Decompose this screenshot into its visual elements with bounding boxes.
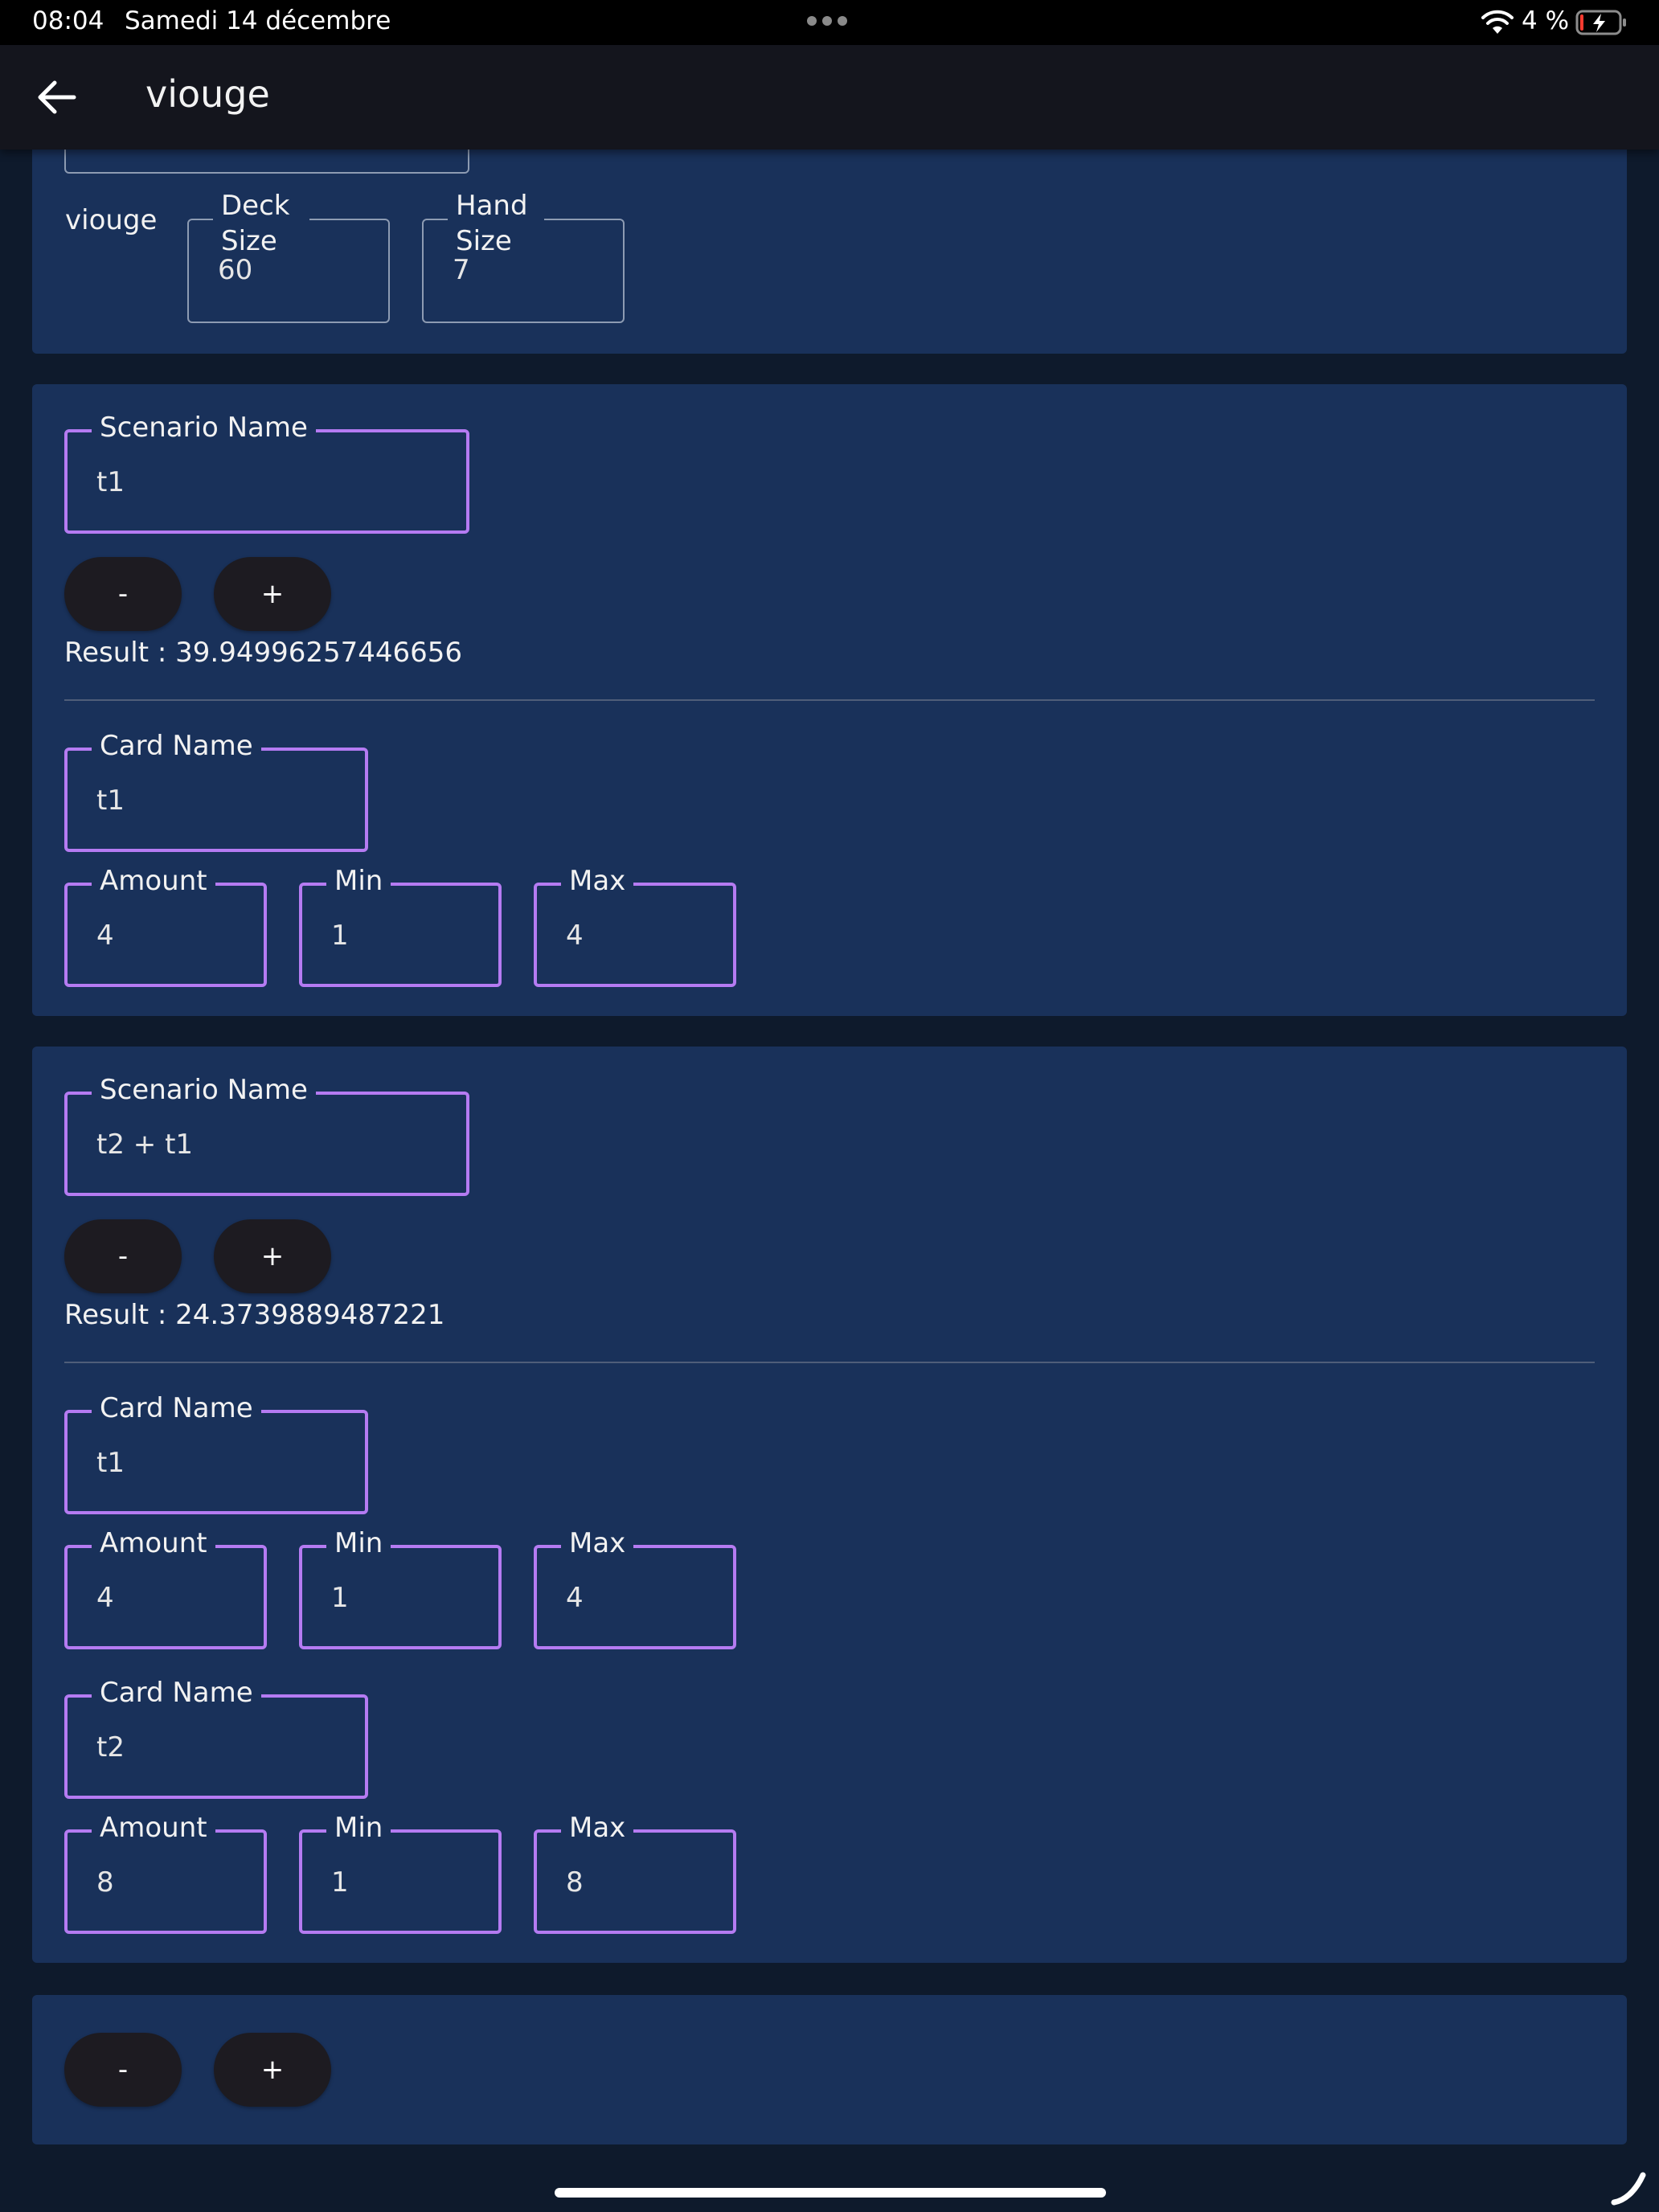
min-value: 1 bbox=[331, 1866, 349, 1899]
card-name-label: Card Name bbox=[92, 1675, 261, 1710]
multitasking-dots-icon[interactable] bbox=[807, 16, 847, 26]
scenario-result: Result : 24.3739889487221 bbox=[64, 1299, 445, 1331]
min-value: 1 bbox=[331, 1582, 349, 1614]
battery-charging-icon bbox=[1575, 10, 1626, 35]
add-card-button[interactable]: + bbox=[214, 1219, 331, 1293]
scenario-name-value: t1 bbox=[96, 466, 125, 498]
scenario-card: Scenario Name t1 - + Result : 39.9499625… bbox=[32, 384, 1627, 1016]
min-label: Min bbox=[326, 1810, 391, 1845]
amount-label: Amount bbox=[92, 1810, 215, 1845]
amount-field[interactable]: Amount 8 bbox=[64, 1810, 267, 1934]
status-bar: 08:04 Samedi 14 décembre 4 % bbox=[0, 0, 1659, 45]
scenario-controls-card: - + bbox=[32, 1995, 1627, 2144]
card-name-field[interactable]: Card Name t1 bbox=[64, 1391, 368, 1514]
remove-scenario-button[interactable]: - bbox=[64, 2033, 182, 2107]
max-field[interactable]: Max 8 bbox=[534, 1810, 736, 1934]
max-field[interactable]: Max 4 bbox=[534, 863, 736, 987]
amount-field[interactable]: Amount 4 bbox=[64, 863, 267, 987]
add-scenario-button[interactable]: + bbox=[214, 2033, 331, 2107]
amount-field[interactable]: Amount 4 bbox=[64, 1526, 267, 1649]
home-indicator[interactable] bbox=[555, 2188, 1106, 2198]
max-label: Max bbox=[561, 1810, 634, 1845]
min-value: 1 bbox=[331, 920, 349, 952]
deck-size-label: Deck Size bbox=[213, 188, 309, 259]
hand-size-value: 7 bbox=[453, 254, 470, 286]
status-date: Samedi 14 décembre bbox=[125, 6, 391, 35]
scenario-name-label: Scenario Name bbox=[92, 410, 316, 445]
max-field[interactable]: Max 4 bbox=[534, 1526, 736, 1649]
scenario-result: Result : 39.94996257446656 bbox=[64, 637, 463, 669]
min-label: Min bbox=[326, 1526, 391, 1561]
remove-card-button[interactable]: - bbox=[64, 557, 182, 631]
battery-percent: 4 % bbox=[1522, 6, 1570, 35]
scenario-name-field[interactable]: Scenario Name t2 + t1 bbox=[64, 1072, 469, 1196]
min-field[interactable]: Min 1 bbox=[299, 863, 502, 987]
deck-name-label: viouge bbox=[65, 204, 158, 236]
card-name-field[interactable]: Card Name t2 bbox=[64, 1675, 368, 1799]
card-name-label: Card Name bbox=[92, 1391, 261, 1426]
min-field[interactable]: Min 1 bbox=[299, 1526, 502, 1649]
amount-value: 8 bbox=[96, 1866, 114, 1899]
max-value: 4 bbox=[566, 920, 584, 952]
wifi-icon bbox=[1481, 10, 1514, 34]
amount-value: 4 bbox=[96, 920, 114, 952]
pencil-stroke-icon bbox=[1611, 2172, 1646, 2206]
card-name-value: t2 bbox=[96, 1731, 125, 1763]
amount-label: Amount bbox=[92, 863, 215, 899]
add-card-button[interactable]: + bbox=[214, 557, 331, 631]
max-value: 4 bbox=[566, 1582, 584, 1614]
deck-settings-card: viouge Deck Size 60 Hand Size 7 bbox=[32, 96, 1627, 354]
max-label: Max bbox=[561, 1526, 634, 1561]
max-value: 8 bbox=[566, 1866, 584, 1899]
hand-size-label: Hand Size bbox=[448, 188, 544, 259]
amount-label: Amount bbox=[92, 1526, 215, 1561]
max-label: Max bbox=[561, 863, 634, 899]
page-title: viouge bbox=[145, 72, 270, 116]
scenario-name-field[interactable]: Scenario Name t1 bbox=[64, 410, 469, 534]
amount-value: 4 bbox=[96, 1582, 114, 1614]
scenario-name-value: t2 + t1 bbox=[96, 1129, 194, 1161]
deck-size-value: 60 bbox=[218, 254, 253, 286]
app-bar: viouge bbox=[0, 45, 1659, 150]
card-name-value: t1 bbox=[96, 1447, 125, 1479]
card-name-field[interactable]: Card Name t1 bbox=[64, 728, 368, 852]
card-name-label: Card Name bbox=[92, 728, 261, 764]
hand-size-field[interactable]: Hand Size 7 bbox=[422, 188, 625, 323]
back-arrow-icon[interactable] bbox=[37, 79, 77, 116]
scenario-card: Scenario Name t2 + t1 - + Result : 24.37… bbox=[32, 1047, 1627, 1963]
card-name-value: t1 bbox=[96, 784, 125, 817]
scenario-name-label: Scenario Name bbox=[92, 1072, 316, 1108]
divider bbox=[64, 1362, 1595, 1363]
status-time: 08:04 bbox=[32, 6, 104, 35]
deck-size-field[interactable]: Deck Size 60 bbox=[187, 188, 390, 323]
min-field[interactable]: Min 1 bbox=[299, 1810, 502, 1934]
min-label: Min bbox=[326, 863, 391, 899]
remove-card-button[interactable]: - bbox=[64, 1219, 182, 1293]
divider bbox=[64, 699, 1595, 701]
